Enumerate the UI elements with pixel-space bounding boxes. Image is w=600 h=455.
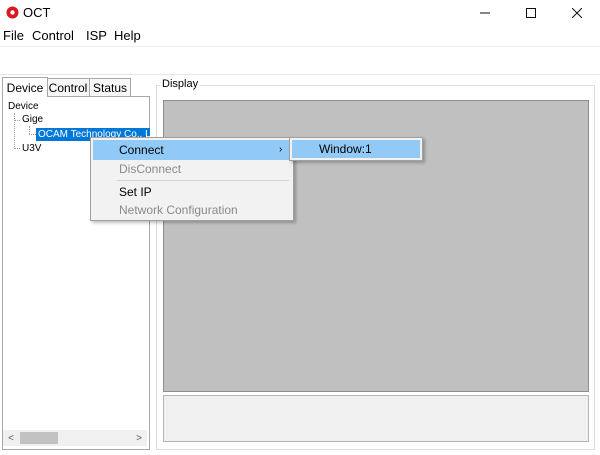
tree-node-u3v[interactable]: U3V bbox=[22, 143, 41, 154]
display-info-panel bbox=[163, 395, 589, 442]
submenu-window-1-label: Window:1 bbox=[319, 142, 372, 156]
menu-file[interactable]: File bbox=[3, 28, 24, 43]
context-menu-separator bbox=[117, 180, 289, 181]
menu-isp[interactable]: ISP bbox=[86, 28, 107, 43]
tree-connector bbox=[29, 126, 30, 134]
context-menu-disconnect-label: DisConnect bbox=[119, 162, 182, 176]
submenu-arrow-icon: › bbox=[279, 144, 283, 155]
scroll-left-arrow-icon[interactable]: < bbox=[3, 430, 19, 446]
menu-bar: File Control ISP Help bbox=[0, 27, 600, 45]
submenu-window-1[interactable]: Window:1 bbox=[292, 140, 420, 158]
tree-node-device[interactable]: Device bbox=[8, 101, 39, 112]
context-menu: Connect › DisConnect Set IP Network Conf… bbox=[90, 137, 294, 221]
minimize-button[interactable] bbox=[462, 0, 508, 26]
tab-status[interactable]: Status bbox=[89, 78, 131, 98]
close-button[interactable] bbox=[554, 0, 600, 26]
menu-help[interactable]: Help bbox=[114, 28, 141, 43]
context-menu-network-configuration[interactable]: Network Configuration bbox=[93, 200, 291, 220]
tree-connector bbox=[14, 120, 20, 121]
tab-device[interactable]: Device bbox=[2, 77, 48, 97]
context-menu-network-configuration-label: Network Configuration bbox=[119, 203, 238, 217]
tab-control[interactable]: Control bbox=[46, 78, 90, 98]
context-menu-connect[interactable]: Connect › bbox=[93, 140, 291, 160]
context-menu-set-ip[interactable]: Set IP bbox=[93, 182, 291, 202]
app-logo-icon bbox=[6, 6, 19, 19]
maximize-icon bbox=[526, 8, 536, 18]
window-title: OCT bbox=[23, 5, 51, 20]
context-menu-disconnect[interactable]: DisConnect bbox=[93, 159, 291, 179]
context-menu-set-ip-label: Set IP bbox=[119, 185, 152, 199]
connect-submenu: Window:1 bbox=[289, 137, 423, 161]
context-menu-connect-label: Connect bbox=[119, 143, 164, 157]
toolbar-area bbox=[0, 47, 600, 75]
display-group-label: Display bbox=[160, 78, 201, 90]
scrollbar-thumb[interactable] bbox=[20, 432, 58, 444]
menu-control[interactable]: Control bbox=[32, 28, 74, 43]
tree-connector bbox=[14, 113, 15, 149]
tree-connector bbox=[29, 134, 36, 135]
close-icon bbox=[572, 8, 582, 18]
scroll-right-arrow-icon[interactable]: > bbox=[131, 430, 147, 446]
tree-node-gige[interactable]: Gige bbox=[22, 114, 43, 125]
minimize-icon bbox=[480, 12, 490, 14]
maximize-button[interactable] bbox=[508, 0, 554, 26]
tree-connector bbox=[14, 148, 20, 149]
